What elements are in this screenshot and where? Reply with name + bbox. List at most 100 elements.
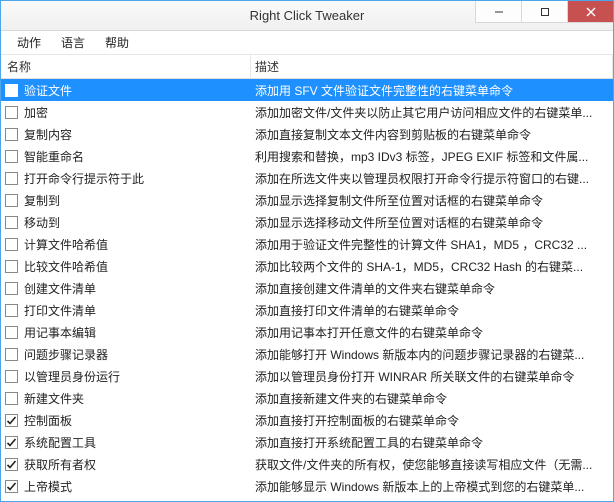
row-checkbox[interactable] xyxy=(5,436,18,449)
list-view[interactable]: 验证文件添加用 SFV 文件验证文件完整性的右键菜单命令加密添加加密文件/文件夹… xyxy=(1,79,613,501)
list-row[interactable]: 智能重命名利用搜索和替换，mp3 IDv3 标签，JPEG EXIF 标签和文件… xyxy=(1,145,613,167)
row-checkbox[interactable] xyxy=(5,194,18,207)
row-desc-cell: 添加用 SFV 文件验证文件完整性的右键菜单命令 xyxy=(251,82,613,99)
maximize-icon xyxy=(540,7,550,17)
row-name-cell: 系统配置工具 xyxy=(1,434,251,451)
list-row[interactable]: 打印文件清单添加直接打印文件清单的右键菜单命令 xyxy=(1,299,613,321)
row-name-label: 验证文件 xyxy=(24,82,72,99)
menu-action[interactable]: 动作 xyxy=(7,32,51,53)
row-name-label: 新建文件夹 xyxy=(24,390,84,407)
row-checkbox[interactable] xyxy=(5,172,18,185)
list-row[interactable]: 计算文件哈希值 添加用于验证文件完整性的计算文件 SHA1，MD5 ，CRC32 … xyxy=(1,233,613,255)
row-name-cell: 创建文件清单 xyxy=(1,280,251,297)
minimize-button[interactable] xyxy=(475,1,521,23)
row-desc-cell: 添加能够打开 Windows 新版本内的问题步骤记录器的右键菜... xyxy=(251,346,613,363)
row-name-label: 问题步骤记录器 xyxy=(24,346,108,363)
list-row[interactable]: 新建文件夹 添加直接新建文件夹的右键菜单命令 xyxy=(1,387,613,409)
close-button[interactable] xyxy=(567,1,613,23)
row-desc-cell: 添加加密文件/文件夹以防止其它用户访问相应文件的右键菜单... xyxy=(251,104,613,121)
row-checkbox[interactable] xyxy=(5,326,18,339)
window-buttons xyxy=(475,1,613,23)
row-name-cell: 加密 xyxy=(1,104,251,121)
menubar: 动作 语言 帮助 xyxy=(1,31,613,55)
list-row[interactable]: 比较文件哈希值 添加比较两个文件的 SHA-1，MD5，CRC32 Hash 的右… xyxy=(1,255,613,277)
list-row[interactable]: 复制内容 添加直接复制文本文件内容到剪贴板的右键菜单命令 xyxy=(1,123,613,145)
row-desc-cell: 添加能够显示 Windows 新版本上的上帝模式到您的右键菜单... xyxy=(251,478,613,495)
menu-help[interactable]: 帮助 xyxy=(95,32,139,53)
row-checkbox[interactable] xyxy=(5,106,18,119)
list-row[interactable]: 加密添加加密文件/文件夹以防止其它用户访问相应文件的右键菜单... xyxy=(1,101,613,123)
row-desc-cell: 添加显示选择复制文件所至位置对话框的右键菜单命令 xyxy=(251,192,613,209)
column-description[interactable]: 描述 xyxy=(251,55,613,78)
row-name-cell: 复制到 xyxy=(1,192,251,209)
list-row[interactable]: 获取所有者权获取文件/文件夹的所有权，使您能够直接读写相应文件（无需... xyxy=(1,453,613,475)
row-name-label: 复制到 xyxy=(24,192,60,209)
row-name-cell: 以管理员身份运行 xyxy=(1,368,251,385)
row-name-label: 复制内容 xyxy=(24,126,72,143)
row-name-label: 控制面板 xyxy=(24,412,72,429)
row-name-label: 系统配置工具 xyxy=(24,434,96,451)
row-checkbox[interactable] xyxy=(5,348,18,361)
row-checkbox[interactable] xyxy=(5,414,18,427)
row-checkbox[interactable] xyxy=(5,84,18,97)
row-checkbox[interactable] xyxy=(5,370,18,383)
row-desc-cell: 添加用于验证文件完整性的计算文件 SHA1，MD5 ，CRC32 ... xyxy=(251,236,613,253)
row-name-cell: 打印文件清单 xyxy=(1,302,251,319)
row-name-cell: 上帝模式 xyxy=(1,478,251,495)
row-desc-cell: 添加直接打开控制面板的右键菜单命令 xyxy=(251,412,613,429)
row-desc-cell: 添加直接打开系统配置工具的右键菜单命令 xyxy=(251,434,613,451)
row-name-cell: 比较文件哈希值 xyxy=(1,258,251,275)
row-desc-cell: 添加直接复制文本文件内容到剪贴板的右键菜单命令 xyxy=(251,126,613,143)
row-name-cell: 问题步骤记录器 xyxy=(1,346,251,363)
row-name-label: 移动到 xyxy=(24,214,60,231)
list-row[interactable]: 移动到 添加显示选择移动文件所至位置对话框的右键菜单命令 xyxy=(1,211,613,233)
list-row[interactable]: 打开命令行提示符于此 添加在所选文件夹以管理员权限打开命令行提示符窗口的右键... xyxy=(1,167,613,189)
titlebar: Right Click Tweaker xyxy=(1,1,613,31)
list-row[interactable]: 以管理员身份运行添加以管理员身份打开 WINRAR 所关联文件的右键菜单命令 xyxy=(1,365,613,387)
row-name-label: 打开命令行提示符于此 xyxy=(24,170,144,187)
row-checkbox[interactable] xyxy=(5,260,18,273)
menu-language[interactable]: 语言 xyxy=(51,32,95,53)
maximize-button[interactable] xyxy=(521,1,567,23)
row-checkbox[interactable] xyxy=(5,392,18,405)
column-name[interactable]: 名称 xyxy=(1,55,251,78)
list-row[interactable]: 复制到 添加显示选择复制文件所至位置对话框的右键菜单命令 xyxy=(1,189,613,211)
close-icon xyxy=(586,7,596,17)
row-name-cell: 智能重命名 xyxy=(1,148,251,165)
minimize-icon xyxy=(494,7,504,17)
row-desc-cell: 添加直接新建文件夹的右键菜单命令 xyxy=(251,390,613,407)
row-name-label: 计算文件哈希值 xyxy=(24,236,108,253)
row-checkbox[interactable] xyxy=(5,150,18,163)
list-row[interactable]: 用记事本编辑添加用记事本打开任意文件的右键菜单命令 xyxy=(1,321,613,343)
row-name-label: 智能重命名 xyxy=(24,148,84,165)
list-row[interactable]: 创建文件清单 添加直接创建文件清单的文件夹右键菜单命令 xyxy=(1,277,613,299)
row-desc-cell: 添加直接创建文件清单的文件夹右键菜单命令 xyxy=(251,280,613,297)
app-window: Right Click Tweaker 动作 语言 帮助 名称 描述 验证文件添… xyxy=(0,0,614,502)
list-row[interactable]: 控制面板 添加直接打开控制面板的右键菜单命令 xyxy=(1,409,613,431)
row-name-cell: 打开命令行提示符于此 xyxy=(1,170,251,187)
row-desc-cell: 添加以管理员身份打开 WINRAR 所关联文件的右键菜单命令 xyxy=(251,368,613,385)
row-checkbox[interactable] xyxy=(5,304,18,317)
list-row[interactable]: 验证文件 添加用 SFV 文件验证文件完整性的右键菜单命令 xyxy=(1,79,613,101)
row-desc-cell: 添加在所选文件夹以管理员权限打开命令行提示符窗口的右键... xyxy=(251,170,613,187)
column-header: 名称 描述 xyxy=(1,55,613,79)
row-desc-cell: 添加显示选择移动文件所至位置对话框的右键菜单命令 xyxy=(251,214,613,231)
list-row[interactable]: 上帝模式 添加能够显示 Windows 新版本上的上帝模式到您的右键菜单... xyxy=(1,475,613,497)
row-name-cell: 控制面板 xyxy=(1,412,251,429)
row-name-cell: 获取所有者权 xyxy=(1,456,251,473)
row-desc-cell: 添加比较两个文件的 SHA-1，MD5，CRC32 Hash 的右键菜... xyxy=(251,258,613,275)
row-name-cell: 移动到 xyxy=(1,214,251,231)
row-checkbox[interactable] xyxy=(5,282,18,295)
row-name-label: 上帝模式 xyxy=(24,478,72,495)
row-checkbox[interactable] xyxy=(5,458,18,471)
row-checkbox[interactable] xyxy=(5,480,18,493)
list-row[interactable]: 问题步骤记录器 添加能够打开 Windows 新版本内的问题步骤记录器的右键菜..… xyxy=(1,343,613,365)
list-row[interactable]: 系统配置工具 添加直接打开系统配置工具的右键菜单命令 xyxy=(1,431,613,453)
row-name-label: 比较文件哈希值 xyxy=(24,258,108,275)
row-checkbox[interactable] xyxy=(5,128,18,141)
row-checkbox[interactable] xyxy=(5,238,18,251)
row-checkbox[interactable] xyxy=(5,216,18,229)
row-name-label: 获取所有者权 xyxy=(24,456,96,473)
row-name-cell: 复制内容 xyxy=(1,126,251,143)
row-name-label: 创建文件清单 xyxy=(24,280,96,297)
